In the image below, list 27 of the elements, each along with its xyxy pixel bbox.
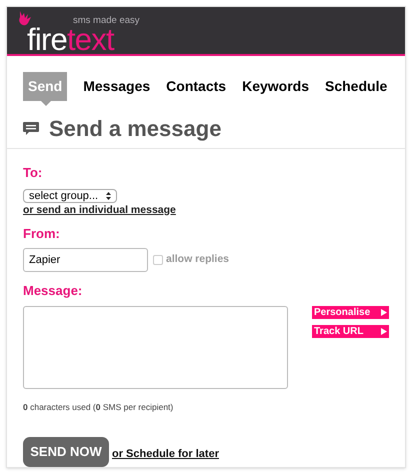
page-heading: Send a message [49,118,222,140]
individual-message-link[interactable]: or send an individual message [23,202,176,218]
tagline: sms made easy [73,16,140,26]
allow-replies-label: allow replies [166,252,230,267]
play-arrow-icon [381,328,387,336]
allow-replies-checkbox[interactable] [153,254,163,265]
field-label: From: [23,225,61,244]
group-select[interactable]: select group... [23,188,118,202]
insert-button[interactable]: Track URL [312,325,389,338]
from-field[interactable]: Zapier [23,248,148,272]
send-now-button[interactable]: SEND NOW [23,437,109,467]
nav-tab[interactable]: Schedule [325,72,388,101]
schedule-link[interactable]: or Schedule for later [112,446,219,462]
field-label: To: [23,164,44,182]
character-counter: 0 characters used (0 SMS per recipient) [23,401,174,414]
message-field[interactable] [23,306,288,390]
flame-icon [18,11,32,27]
play-arrow-icon [381,309,387,316]
tab-pointer-icon [41,101,51,106]
logo-wordmark: firetext [27,24,114,55]
speech-bubble-icon [23,122,39,136]
nav-tab[interactable]: Messages [83,72,150,101]
insert-button[interactable]: Personalise [312,306,389,320]
select-arrows-icon [106,192,112,200]
nav-tab[interactable]: Keywords [242,72,309,101]
field-label: Message: [23,282,84,300]
nav-tab[interactable]: Contacts [166,72,226,101]
